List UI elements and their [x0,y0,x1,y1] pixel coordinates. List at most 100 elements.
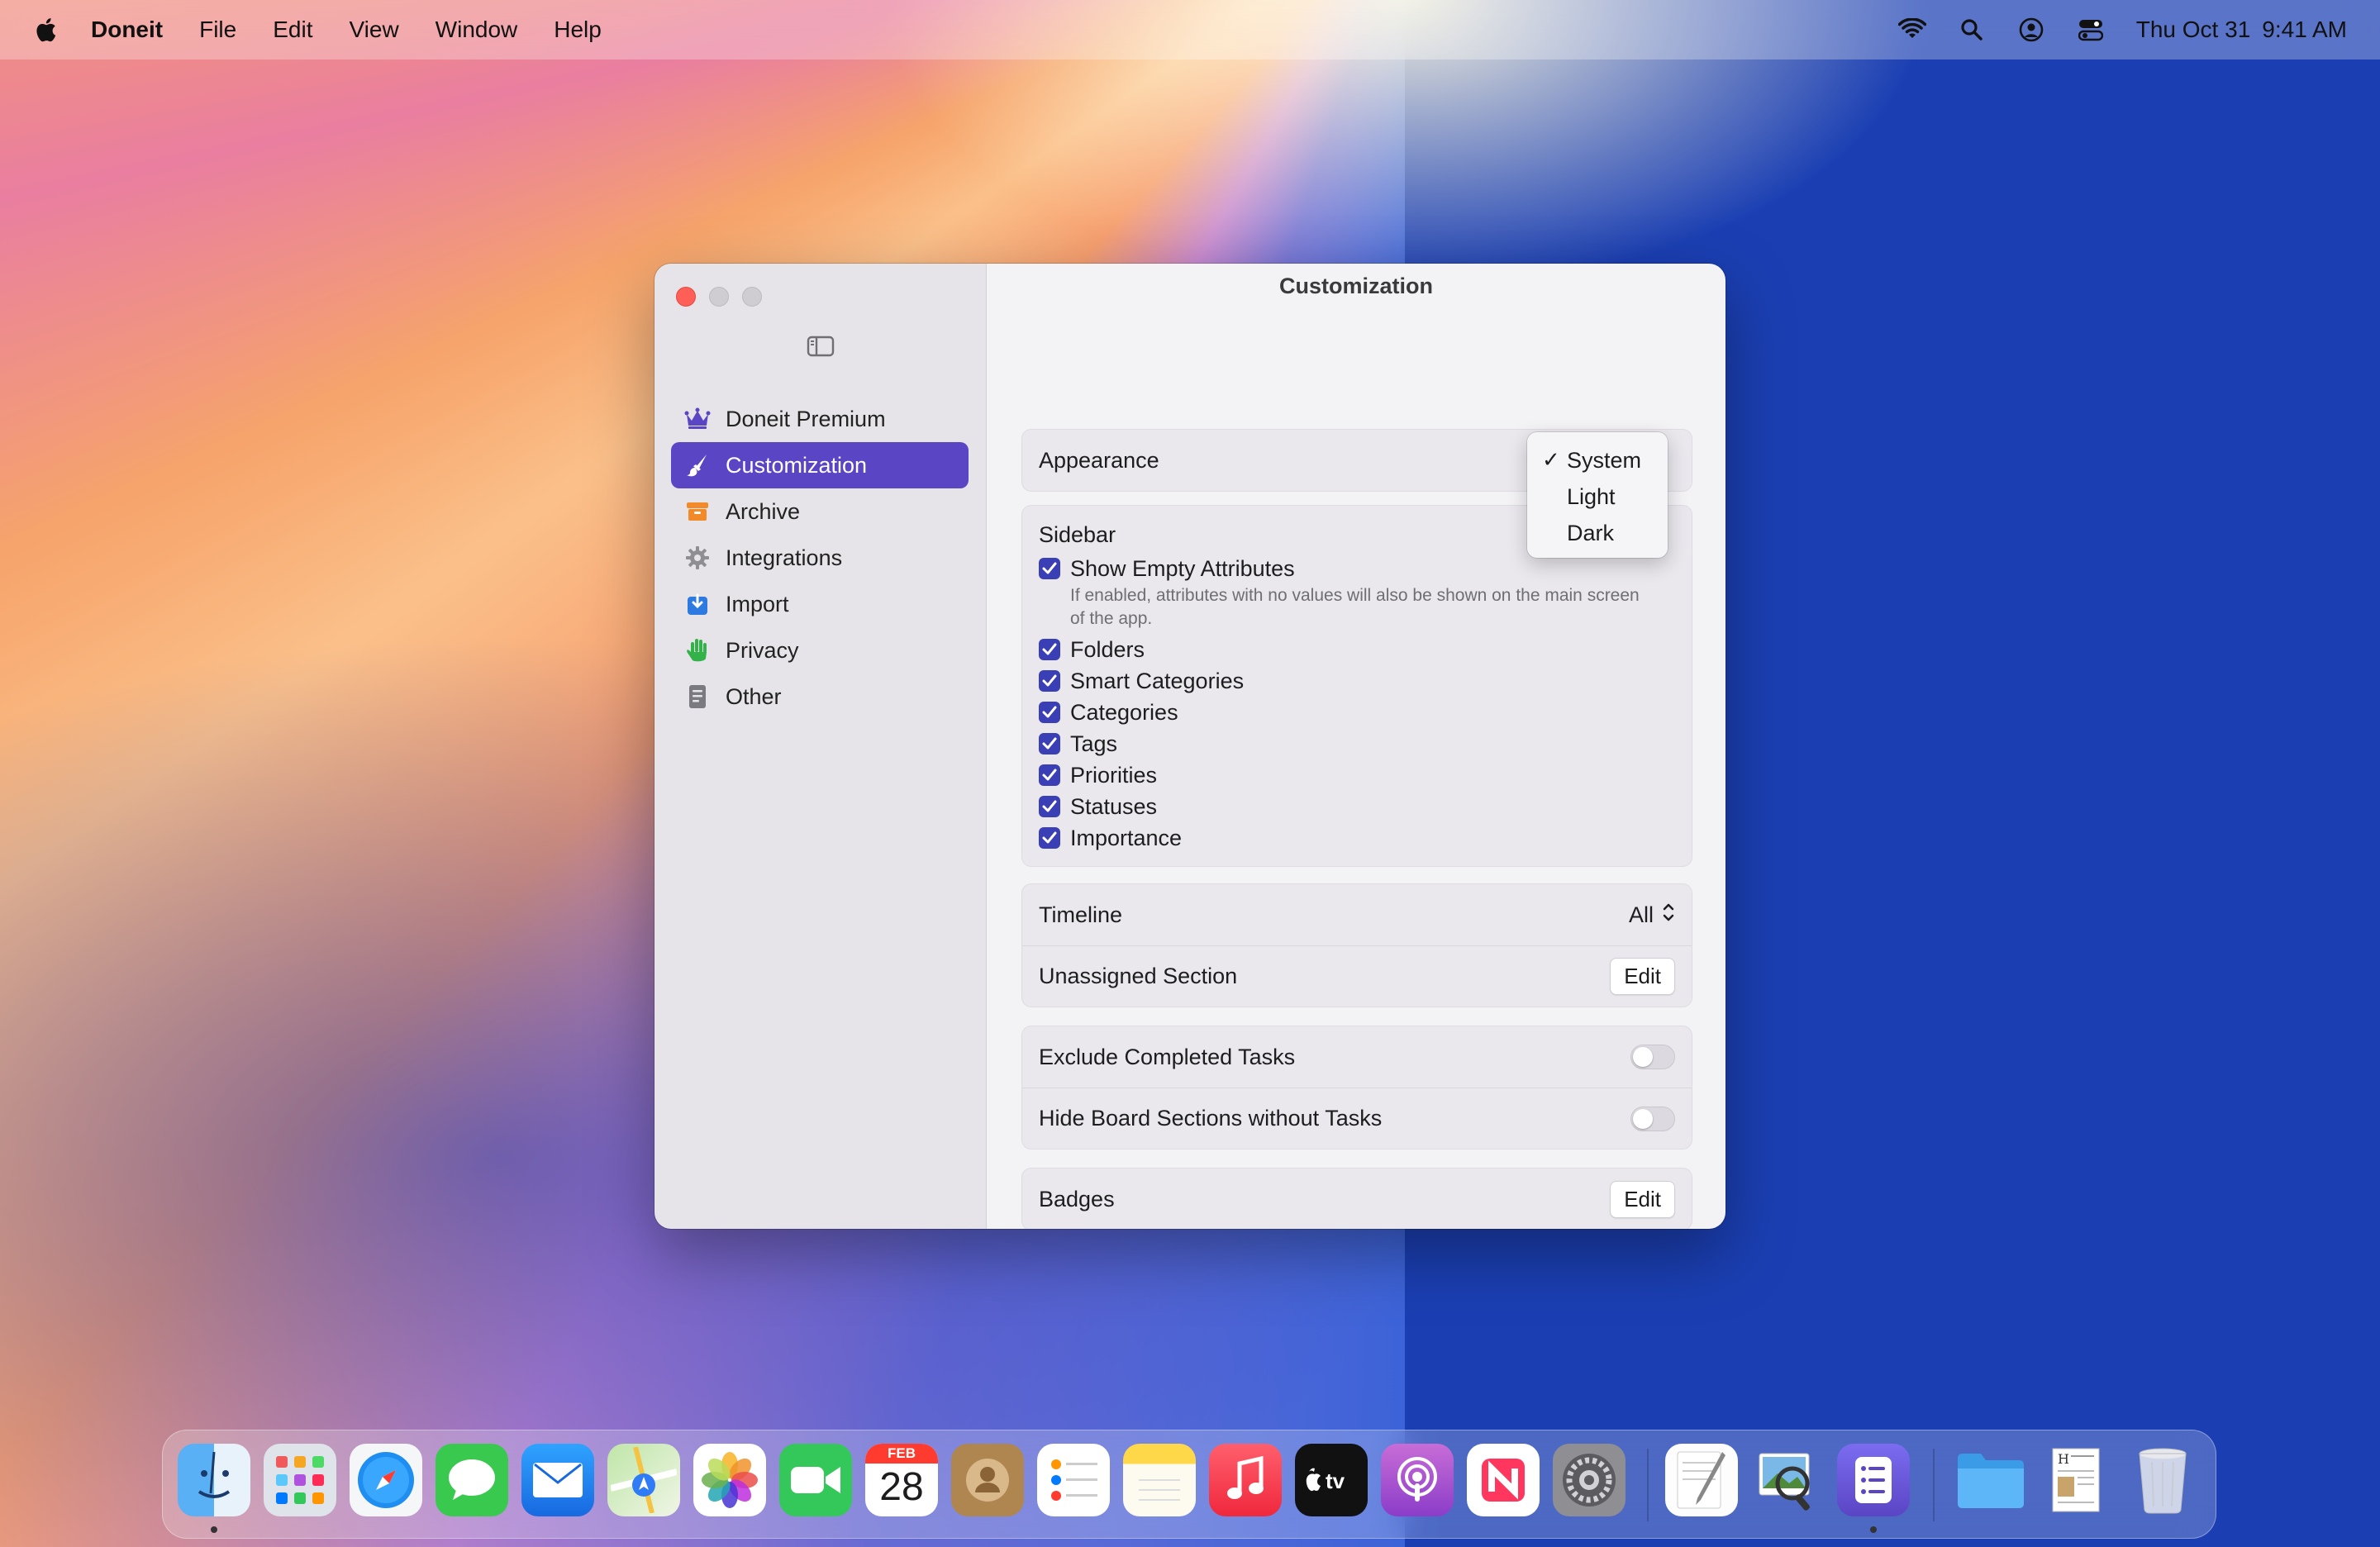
smart-categories-checkbox[interactable] [1039,670,1060,692]
mail-icon[interactable] [521,1444,594,1516]
photos-icon[interactable] [693,1444,766,1516]
sidebar-toggle-icon[interactable] [807,335,835,358]
nav-item-import[interactable]: Import [671,581,969,627]
appearance-option-system-label: System [1567,447,1642,473]
menu-window[interactable]: Window [436,17,518,43]
badges-row: Badges Edit [1022,1169,1692,1229]
messages-icon[interactable] [436,1444,508,1516]
nav-item-doneit-premium[interactable]: Doneit Premium [671,396,969,442]
control-center-icon[interactable] [2077,16,2105,44]
nav-item-privacy[interactable]: Privacy [671,627,969,674]
doneit-app-icon[interactable] [1837,1444,1910,1516]
nav-item-archive[interactable]: Archive [671,488,969,535]
nav-item-integrations[interactable]: Integrations [671,535,969,581]
unassigned-section-edit-button[interactable]: Edit [1610,958,1675,995]
smart-categories-label: Smart Categories [1070,668,1245,693]
safari-icon[interactable] [350,1444,422,1516]
document-stack-icon[interactable]: H [2040,1444,2113,1516]
categories-checkbox[interactable] [1039,702,1060,723]
appearance-option-dark[interactable]: Dark [1527,515,1668,551]
tags-row[interactable]: Tags [1022,728,1692,759]
music-icon[interactable] [1209,1444,1282,1516]
badges-label: Badges [1039,1186,1115,1211]
news-icon[interactable] [1467,1444,1540,1516]
exclude-completed-label: Exclude Completed Tasks [1039,1044,1296,1069]
notes-icon[interactable] [1123,1444,1196,1516]
system-settings-icon[interactable] [1553,1444,1626,1516]
wifi-icon[interactable] [1897,16,1926,44]
appearance-option-system[interactable]: ✓ System [1527,442,1668,478]
hide-board-sections-toggle[interactable] [1630,1106,1675,1131]
finder-running-dot [211,1526,217,1533]
timeline-popup[interactable]: All [1629,902,1675,929]
menu-view[interactable]: View [349,17,398,43]
nav-label-integrations: Integrations [726,545,843,570]
reminders-icon[interactable] [1037,1444,1110,1516]
calendar-month: FEB [865,1444,938,1464]
paintbrush-icon [684,452,711,478]
exclude-completed-toggle[interactable] [1630,1045,1675,1069]
appearance-option-light[interactable]: Light [1527,478,1668,515]
appearance-option-light-label: Light [1567,483,1616,509]
minimize-window-button[interactable] [709,287,729,307]
timeline-row: Timeline All [1022,884,1692,945]
spotlight-search-icon[interactable] [1958,16,1986,44]
checkmark-icon: ✓ [1542,447,1560,472]
tags-checkbox[interactable] [1039,733,1060,754]
nav-item-customization[interactable]: Customization [671,442,969,488]
facetime-icon[interactable] [779,1444,852,1516]
timeline-value: All [1628,902,1654,927]
podcasts-icon[interactable] [1381,1444,1454,1516]
close-window-button[interactable] [676,287,696,307]
menu-clock[interactable]: Thu Oct 31 9:41 AM [2136,17,2347,43]
folders-checkbox[interactable] [1039,639,1060,660]
textedit-icon[interactable] [1665,1444,1738,1516]
menu-edit[interactable]: Edit [273,17,312,43]
clock-date: Thu Oct 31 [2135,17,2251,42]
smart-categories-row[interactable]: Smart Categories [1022,665,1692,697]
statuses-row[interactable]: Statuses [1022,791,1692,822]
unassigned-section-row: Unassigned Section Edit [1022,945,1692,1007]
preview-icon[interactable] [1751,1444,1824,1516]
tags-label: Tags [1070,731,1118,756]
maps-icon[interactable] [607,1444,680,1516]
priorities-checkbox[interactable] [1039,764,1060,786]
importance-checkbox[interactable] [1039,827,1060,849]
calendar-day: 28 [879,1465,924,1509]
menu-bar: Doneit File Edit View Window Help Thu Oc… [0,0,2380,60]
hide-board-sections-row: Hide Board Sections without Tasks [1022,1088,1692,1149]
statuses-checkbox[interactable] [1039,796,1060,817]
menu-help[interactable]: Help [554,17,602,43]
appearance-label: Appearance [1039,447,1159,473]
archive-box-icon [684,498,711,525]
show-empty-attributes-checkbox[interactable] [1039,558,1060,579]
zoom-window-button[interactable] [742,287,762,307]
importance-row[interactable]: Importance [1022,822,1692,854]
trash-icon[interactable] [2126,1444,2199,1516]
exclude-completed-row: Exclude Completed Tasks [1022,1026,1692,1088]
toggles-group: Exclude Completed Tasks Hide Board Secti… [1021,1026,1692,1150]
folder-icon[interactable] [1954,1444,2027,1516]
timeline-label: Timeline [1039,902,1123,927]
settings-window: Doneit Premium Customization Archive Int… [654,264,1726,1229]
window-title: Customization [1279,274,1433,298]
launchpad-icon[interactable] [264,1444,336,1516]
settings-nav: Doneit Premium Customization Archive Int… [671,396,969,720]
folders-row[interactable]: Folders [1022,634,1692,665]
appearance-dropdown-menu: ✓ System Light Dark [1527,432,1668,558]
window-controls [676,287,762,307]
priorities-row[interactable]: Priorities [1022,759,1692,791]
categories-row[interactable]: Categories [1022,697,1692,728]
contacts-icon[interactable] [951,1444,1024,1516]
menu-app-name[interactable]: Doneit [91,17,163,43]
calendar-icon[interactable]: FEB 28 [865,1444,938,1516]
apple-logo-icon[interactable] [31,15,58,45]
nav-item-other[interactable]: Other [671,674,969,720]
menu-file[interactable]: File [199,17,236,43]
user-account-icon[interactable] [2017,16,2045,44]
badges-edit-button[interactable]: Edit [1610,1180,1675,1218]
finder-icon[interactable] [178,1444,250,1516]
nav-label-doneit-premium: Doneit Premium [726,406,886,431]
hand-icon [684,637,711,664]
apple-tv-icon[interactable]: tv [1295,1444,1368,1516]
